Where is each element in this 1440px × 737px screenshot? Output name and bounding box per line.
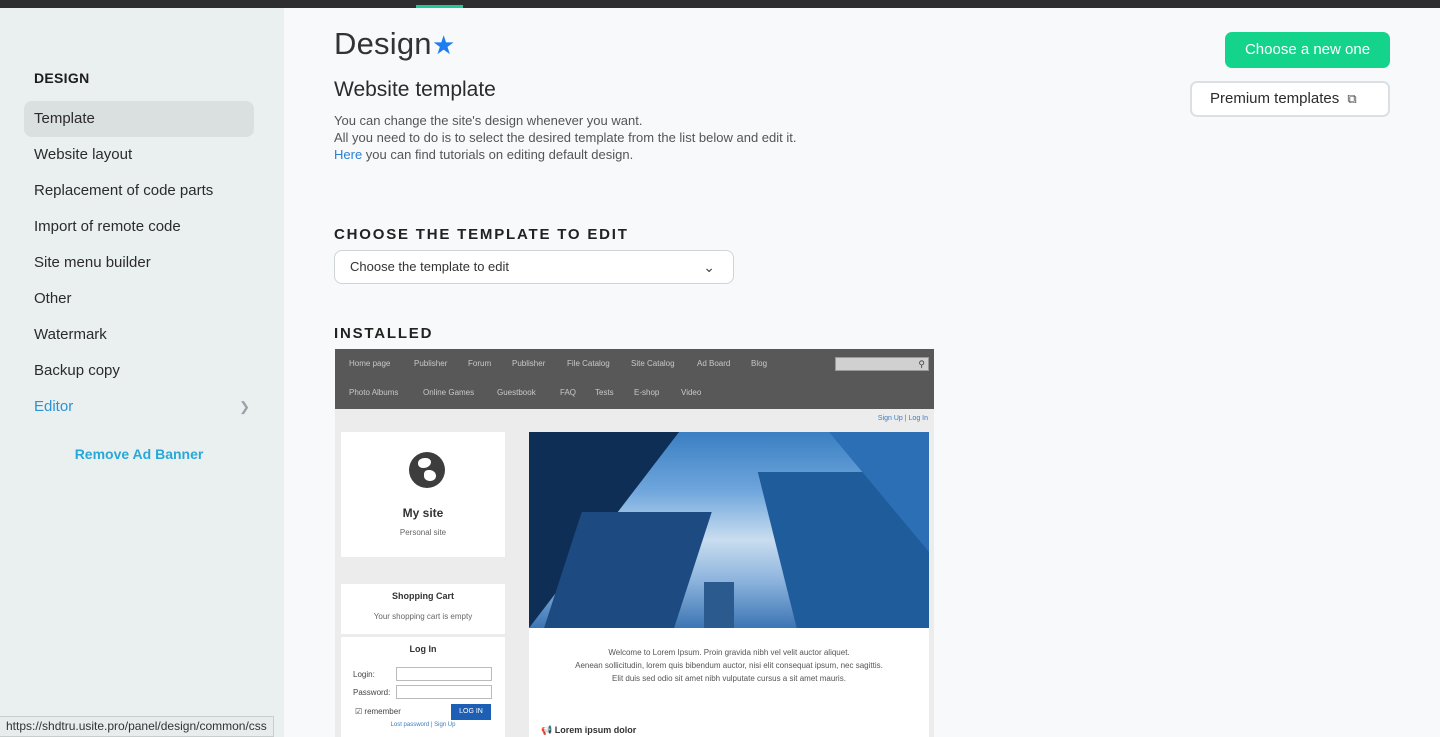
building-shape [829, 432, 929, 552]
preview-sign-links: Sign Up | Log In [877, 415, 928, 422]
preview-nav-item: File Catalog [567, 359, 610, 368]
building-shape [704, 582, 734, 628]
section-title: Website template [334, 78, 496, 101]
sidebar-item-other[interactable]: Other [24, 281, 254, 317]
preview-nav-item: Site Catalog [631, 359, 675, 368]
preview-nav-item: Photo Albums [349, 388, 399, 397]
installed-label: INSTALLED [334, 325, 434, 342]
sidebar-item-site-menu-builder[interactable]: Site menu builder [24, 245, 254, 281]
search-icon: ⚲ [918, 359, 925, 369]
preview-nav-item: Video [681, 388, 702, 397]
template-preview[interactable]: Home page Publisher Forum Publisher File… [335, 349, 934, 737]
page-title: Design [334, 26, 432, 61]
preview-nav-item: Tests [595, 388, 614, 397]
description-line-3: Here you can find tutorials on editing d… [334, 146, 796, 163]
preview-article-title-text: Lorem ipsum dolor [554, 725, 637, 735]
star-icon[interactable]: ★ [432, 30, 455, 61]
preview-password-input [396, 685, 492, 699]
premium-templates-label: Premium templates [1210, 90, 1340, 107]
top-bar-accent [416, 5, 463, 8]
preview-site-name: My site [402, 506, 444, 520]
preview-search-box: ⚲ [835, 357, 929, 371]
preview-nav: Home page Publisher Forum Publisher File… [335, 349, 934, 409]
preview-cart-card: Shopping Cart Your shopping cart is empt… [341, 584, 505, 634]
preview-site-tagline: Personal site [399, 528, 447, 537]
choose-template-label: CHOOSE THE TEMPLATE TO EDIT [334, 226, 629, 243]
preview-welcome-line: Aenean sollicitudin, lorem quis bibendum… [575, 661, 883, 670]
sidebar-item-backup-copy[interactable]: Backup copy [24, 353, 254, 389]
preview-welcome-line: Elit duis sed odio sit amet nibh vulputa… [612, 674, 846, 683]
tutorials-link[interactable]: Here [334, 147, 362, 162]
preview-nav-item: FAQ [560, 388, 577, 397]
preview-nav-item: Ad Board [697, 359, 731, 368]
megaphone-icon: 📢 [541, 725, 553, 735]
sidebar-item-import-remote-code[interactable]: Import of remote code [24, 209, 254, 245]
preview-nav-item: Forum [468, 359, 492, 368]
sidebar-item-template[interactable]: Template [24, 101, 254, 137]
status-bar-url: https://shdtru.usite.pro/panel/design/co… [0, 716, 274, 737]
sidebar-title: DESIGN [34, 70, 90, 86]
preview-nav-item: Guestbook [497, 388, 536, 397]
preview-remember-label: remember [364, 707, 401, 716]
top-bar [0, 0, 1440, 8]
remove-ad-banner-link[interactable]: Remove Ad Banner [0, 446, 278, 462]
preview-nav-item: Online Games [423, 388, 475, 397]
preview-remember: ☑ remember [355, 707, 401, 716]
preview-cart-empty: Your shopping cart is empty [373, 612, 473, 621]
preview-login-input [396, 667, 492, 681]
preview-cart-title: Shopping Cart [392, 591, 454, 601]
template-select-value: Choose the template to edit [350, 259, 509, 274]
sidebar-item-replacement-code-parts[interactable]: Replacement of code parts [24, 173, 254, 209]
preview-login-title: Log In [409, 644, 437, 654]
preview-welcome-line: Welcome to Lorem Ipsum. Proin gravida ni… [608, 648, 850, 657]
sidebar-item-watermark[interactable]: Watermark [24, 317, 254, 353]
sidebar-item-editor-label: Editor [34, 398, 74, 415]
preview-article-title: 📢 Lorem ipsum dolor [541, 725, 636, 736]
choose-new-template-button[interactable]: Choose a new one [1225, 32, 1390, 68]
premium-templates-button[interactable]: Premium templates ⧉ [1190, 81, 1390, 117]
template-select[interactable]: Choose the template to edit ⌄ [334, 250, 734, 284]
preview-password-label: Password: [353, 688, 391, 697]
description: You can change the site's design wheneve… [334, 112, 796, 163]
preview-nav-item: Publisher [414, 359, 448, 368]
sidebar: DESIGN Template Website layout Replaceme… [0, 8, 284, 737]
preview-nav-item: Blog [751, 359, 768, 368]
chevron-down-icon: ⌄ [703, 259, 715, 275]
external-link-icon: ⧉ [1347, 91, 1357, 106]
globe-icon [409, 452, 445, 488]
preview-welcome: Welcome to Lorem Ipsum. Proin gravida ni… [529, 628, 929, 737]
preview-nav-item: Home page [349, 359, 391, 368]
description-line-2: All you need to do is to select the desi… [334, 130, 797, 145]
chevron-right-icon: ❯ [239, 399, 250, 414]
preview-lost-links: Lost password | Sign Up [390, 722, 456, 728]
preview-hero-image [529, 432, 929, 628]
description-line-1: You can change the site's design wheneve… [334, 113, 643, 128]
sidebar-item-editor[interactable]: Editor ❯ [24, 389, 254, 425]
preview-site-card: My site Personal site [341, 432, 505, 557]
preview-login-button: LOG IN [451, 704, 491, 720]
preview-nav-item: E-shop [634, 388, 660, 397]
description-line-3-rest: you can find tutorials on editing defaul… [362, 147, 634, 162]
preview-nav-item: Publisher [512, 359, 546, 368]
preview-login-label: Login: [353, 670, 375, 679]
sidebar-item-website-layout[interactable]: Website layout [24, 137, 254, 173]
